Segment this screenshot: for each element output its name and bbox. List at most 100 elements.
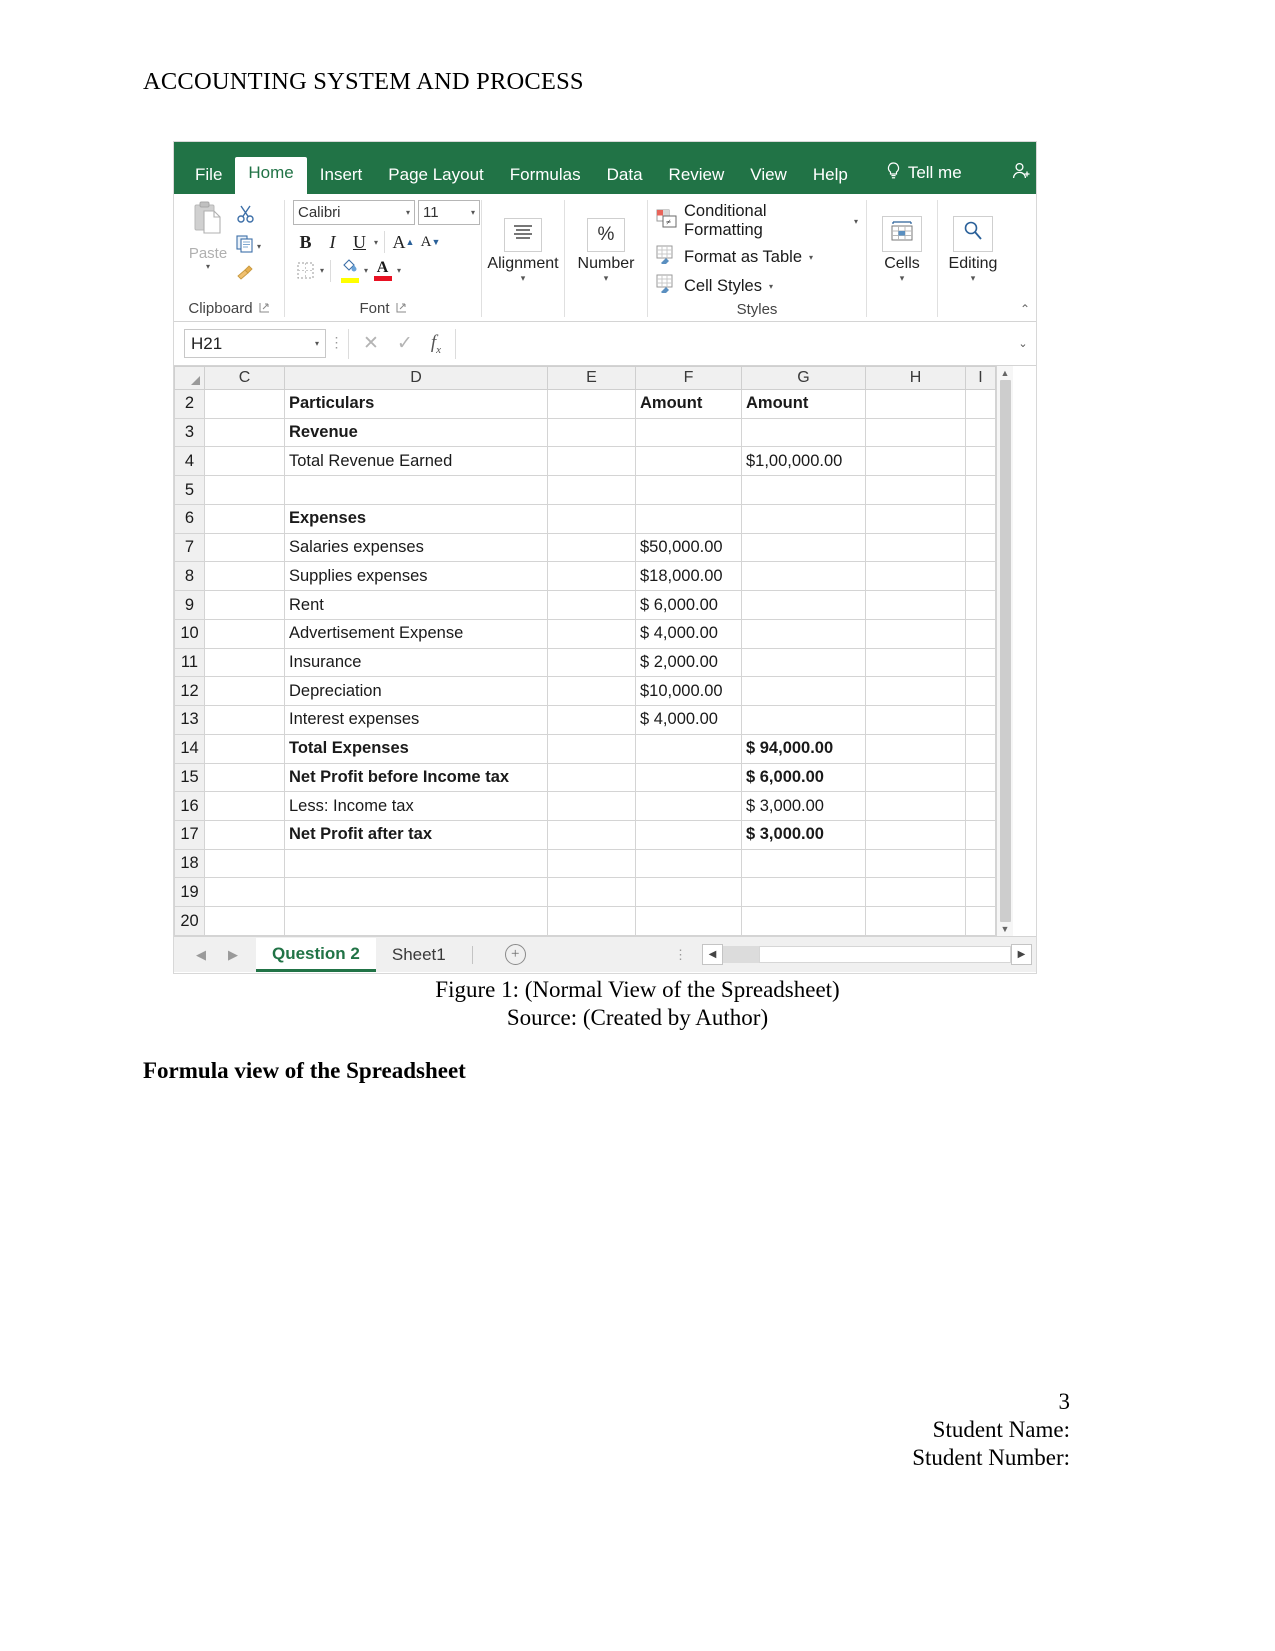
cell-G8[interactable] <box>741 561 866 592</box>
cell-D19[interactable] <box>284 877 548 908</box>
cell-I16[interactable] <box>965 791 996 822</box>
row-header-11[interactable]: 11 <box>174 647 205 678</box>
insert-function-icon[interactable]: fx <box>431 332 441 356</box>
cell-E17[interactable] <box>547 820 636 850</box>
cell-E7[interactable] <box>547 532 636 563</box>
cell-F18[interactable] <box>635 848 742 879</box>
formula-bar-handle[interactable]: ⋮ <box>326 335 348 352</box>
tell-me-search[interactable]: Tell me <box>873 156 975 194</box>
cell-E16[interactable] <box>547 791 636 822</box>
chevron-down-icon[interactable]: ▾ <box>364 266 368 275</box>
cell-C5[interactable] <box>204 475 285 505</box>
cell-F16[interactable] <box>635 791 742 822</box>
cell-H19[interactable] <box>865 877 966 908</box>
cell-H8[interactable] <box>865 561 966 592</box>
column-header-e[interactable]: E <box>547 366 636 390</box>
cut-button[interactable] <box>236 204 261 229</box>
cell-G3[interactable] <box>741 417 866 448</box>
cell-C9[interactable] <box>204 590 285 620</box>
previous-sheet-icon[interactable]: ◀ <box>196 947 206 963</box>
column-header-f[interactable]: F <box>635 366 742 390</box>
chevron-down-icon[interactable]: ▾ <box>900 273 905 284</box>
paste-button[interactable]: Paste ▾ <box>182 200 234 271</box>
cell-E9[interactable] <box>547 590 636 620</box>
cell-I9[interactable] <box>965 590 996 620</box>
sheet-nav-arrows[interactable]: ◀ ▶ <box>178 947 256 963</box>
cell-I14[interactable] <box>965 733 996 764</box>
cell-E12[interactable] <box>547 676 636 707</box>
cell-E15[interactable] <box>547 762 636 793</box>
cell-G9[interactable] <box>741 590 866 620</box>
horizontal-scroll-remainder[interactable] <box>759 946 1011 963</box>
row-header-7[interactable]: 7 <box>174 532 205 563</box>
cell-D9[interactable]: Rent <box>284 590 548 620</box>
dialog-launcher-icon[interactable] <box>259 298 270 320</box>
scroll-left-icon[interactable]: ◀ <box>702 944 723 965</box>
cells-button[interactable] <box>882 215 922 252</box>
cell-H4[interactable] <box>865 446 966 477</box>
cell-I10[interactable] <box>965 618 996 649</box>
cell-C19[interactable] <box>204 877 285 908</box>
cell-I15[interactable] <box>965 762 996 793</box>
font-size-combo[interactable]: 11 ▾ <box>418 200 480 225</box>
chevron-down-icon[interactable]: ▾ <box>471 208 475 217</box>
collapse-ribbon-button[interactable]: ⌃ <box>1020 302 1030 317</box>
cell-D17[interactable]: Net Profit after tax <box>284 820 548 850</box>
cell-H10[interactable] <box>865 618 966 649</box>
horizontal-scrollbar[interactable]: ◀ ▶ <box>702 944 1032 965</box>
cell-E5[interactable] <box>547 475 636 505</box>
cell-F7[interactable]: $50,000.00 <box>635 532 742 563</box>
editing-button[interactable] <box>953 215 993 252</box>
percent-style-button[interactable]: % <box>587 217 625 252</box>
next-sheet-icon[interactable]: ▶ <box>228 947 238 963</box>
row-header-4[interactable]: 4 <box>174 446 205 477</box>
horizontal-scroll-thumb[interactable] <box>723 946 759 963</box>
name-box[interactable]: H21 ▾ <box>184 329 326 358</box>
underline-button[interactable]: U <box>347 230 372 254</box>
cell-G5[interactable] <box>741 475 866 505</box>
cancel-entry-button[interactable]: ✕ <box>363 332 379 355</box>
cell-D3[interactable]: Revenue <box>284 417 548 448</box>
cell-I18[interactable] <box>965 848 996 879</box>
cell-H5[interactable] <box>865 475 966 505</box>
bold-button[interactable]: B <box>293 230 318 254</box>
cell-F15[interactable] <box>635 762 742 793</box>
ribbon-tab-insert[interactable]: Insert <box>307 159 376 194</box>
ribbon-tab-file[interactable]: File <box>182 159 235 194</box>
sheet-tab-sheet1[interactable]: Sheet1 <box>376 939 462 971</box>
cell-C11[interactable] <box>204 647 285 678</box>
cell-F12[interactable]: $10,000.00 <box>635 676 742 707</box>
chevron-down-icon[interactable]: ▾ <box>854 217 858 226</box>
cell-I5[interactable] <box>965 475 996 505</box>
cell-I6[interactable] <box>965 503 996 534</box>
format-as-table-button[interactable]: Format as Table ▾ <box>656 245 813 269</box>
cell-C17[interactable] <box>204 820 285 850</box>
fill-color-button[interactable] <box>337 258 362 283</box>
ribbon-tab-data[interactable]: Data <box>594 159 656 194</box>
chevron-down-icon[interactable]: ▾ <box>206 262 210 271</box>
cell-D18[interactable] <box>284 848 548 879</box>
cell-H7[interactable] <box>865 532 966 563</box>
cell-H2[interactable] <box>865 389 966 419</box>
chevron-down-icon[interactable]: ▾ <box>769 282 773 291</box>
cell-I11[interactable] <box>965 647 996 678</box>
cell-F10[interactable]: $ 4,000.00 <box>635 618 742 649</box>
cell-C6[interactable] <box>204 503 285 534</box>
cell-F17[interactable] <box>635 820 742 850</box>
cell-F8[interactable]: $18,000.00 <box>635 561 742 592</box>
cell-F14[interactable] <box>635 733 742 764</box>
scroll-up-icon[interactable]: ▲ <box>1001 368 1010 378</box>
row-header-9[interactable]: 9 <box>174 590 205 620</box>
cell-F9[interactable]: $ 6,000.00 <box>635 590 742 620</box>
cell-F4[interactable] <box>635 446 742 477</box>
confirm-entry-button[interactable]: ✓ <box>397 332 413 355</box>
row-header-3[interactable]: 3 <box>174 417 205 448</box>
cell-D8[interactable]: Supplies expenses <box>284 561 548 592</box>
cell-F2[interactable]: Amount <box>635 389 742 419</box>
row-header-2[interactable]: 2 <box>174 389 205 419</box>
cell-C7[interactable] <box>204 532 285 563</box>
scroll-down-icon[interactable]: ▼ <box>1001 924 1010 934</box>
cell-I8[interactable] <box>965 561 996 592</box>
cell-H16[interactable] <box>865 791 966 822</box>
cell-C3[interactable] <box>204 417 285 448</box>
